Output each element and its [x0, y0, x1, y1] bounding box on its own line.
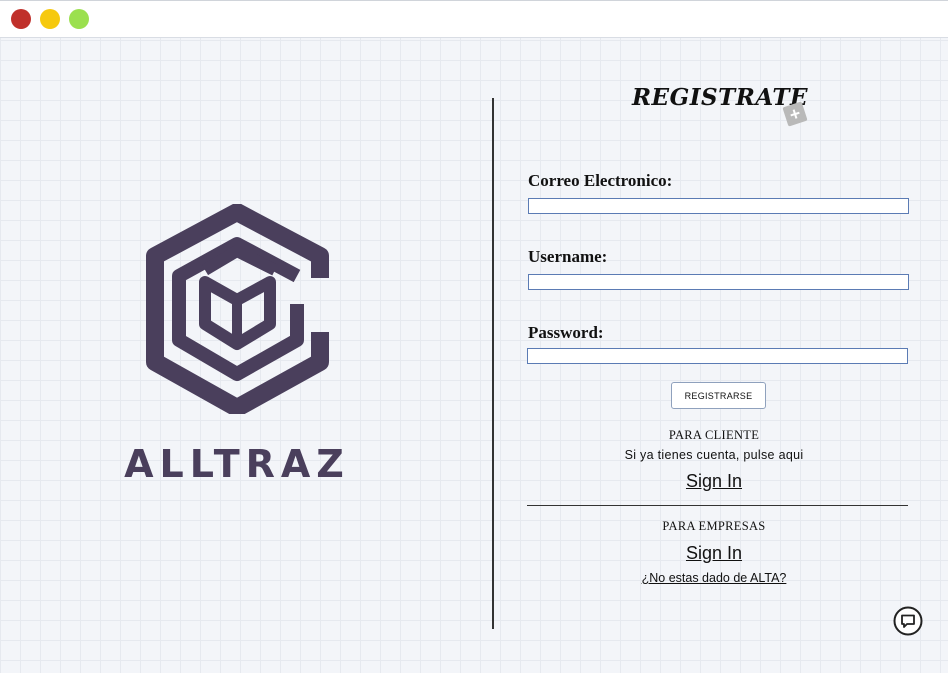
chat-bubble-icon[interactable] [893, 606, 923, 636]
username-label: Username: [528, 247, 608, 266]
register-button[interactable]: REGISTRARSE [671, 382, 766, 409]
window-titlebar [0, 0, 948, 38]
vertical-divider [492, 98, 494, 629]
business-heading: PARA EMPRESAS [662, 519, 766, 533]
maximize-window-button[interactable] [69, 9, 89, 29]
brand-logo-area: ALLTRAZ [100, 190, 370, 490]
business-signin-link[interactable]: Sign In [654, 543, 774, 564]
password-field[interactable] [527, 348, 908, 364]
alta-link[interactable]: ¿No estas dado de ALTA? [614, 571, 814, 585]
client-hint: Si ya tienes cuenta, pulse aqui [624, 448, 804, 462]
brand-name: ALLTRAZ [124, 442, 350, 486]
register-title: REGISTRATE [631, 84, 809, 111]
minimize-window-button[interactable] [40, 9, 60, 29]
password-label: Password: [528, 323, 604, 342]
email-field[interactable] [528, 198, 909, 214]
section-divider [527, 505, 908, 506]
username-field[interactable] [528, 274, 909, 290]
email-label: Correo Electronico: [528, 171, 673, 190]
hexagon-cube-logo-icon [146, 204, 329, 414]
client-signin-link[interactable]: Sign In [654, 471, 774, 492]
client-heading: PARA CLIENTE [668, 428, 760, 442]
close-window-button[interactable] [11, 9, 31, 29]
